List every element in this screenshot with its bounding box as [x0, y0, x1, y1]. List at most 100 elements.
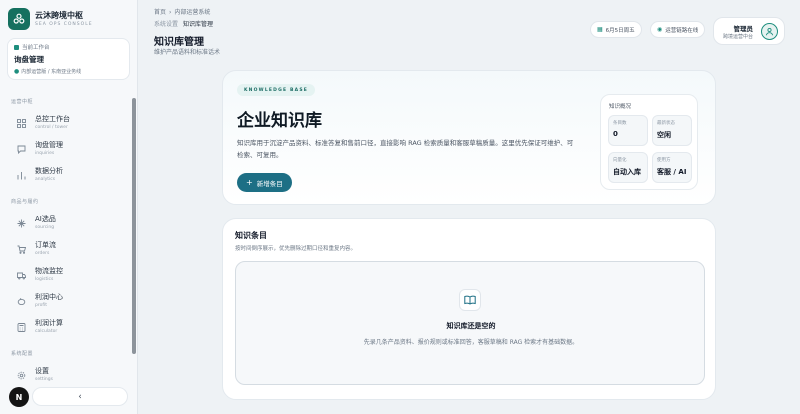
nav-group-title: 运营中枢 — [11, 99, 34, 105]
sidebar-item-sub: inquiries — [35, 151, 55, 156]
overview-cell-value: 客服 / AI — [657, 168, 687, 176]
overview-cell-label: 向量化 — [613, 158, 627, 163]
brand-subtitle: SEA OPS CONSOLE — [35, 21, 93, 27]
list-title: 知识条目 — [235, 231, 267, 240]
gear-icon — [16, 370, 26, 380]
avatar[interactable]: N — [9, 387, 29, 407]
list-subtitle: 按时间倒序展示，优先删除过期口径和重复内容。 — [235, 246, 357, 252]
brand[interactable]: 云沐跨境中枢 SEA OPS CONSOLE — [8, 8, 93, 30]
collapse-sidebar-button[interactable]: ‹ — [32, 387, 128, 406]
empty-state-description: 先录几条产品资料、报价规则或标准回答，客服草稿和 RAG 检索才有基础数据。 — [363, 339, 579, 346]
sidebar-item-analytics[interactable]: 数据分析 analytics — [0, 162, 138, 188]
knowledge-hero-card: KNOWLEDGE BASE 企业知识库 知识库用于沉淀产品资料、标准答复和售前… — [222, 70, 716, 205]
sidebar-item-inquiries[interactable]: 询盘管理 inquiries — [0, 136, 138, 162]
sidebar-item-label: 询盘管理 — [35, 141, 63, 149]
piggy-bank-icon — [16, 296, 26, 306]
breadcrumb-current: 内部运营系统 — [174, 9, 211, 16]
sidebar-item-label: 数据分析 — [35, 167, 63, 175]
sidebar-nav: 运营中枢 总控工作台 control / tower 询盘管理 inquirie… — [0, 98, 138, 388]
calendar-icon: ▦ — [597, 26, 603, 33]
sidebar-item-orders[interactable]: 订单流 orders — [0, 236, 138, 262]
user-role: 跨境运营中台 — [722, 34, 753, 40]
sub-breadcrumb: 系统设置 知识库管理 — [154, 19, 213, 28]
sidebar-item-label: AI选品 — [35, 215, 56, 223]
sidebar-item-label: 物流监控 — [35, 267, 63, 275]
nav-group-title: 系统配置 — [11, 351, 34, 357]
overview-cell-status: 最新状态 空闲 — [652, 115, 692, 146]
bar-chart-icon — [16, 170, 26, 180]
sidebar-item-label: 订单流 — [35, 241, 56, 249]
overview-title: 知识概况 — [609, 104, 632, 110]
knowledge-overview-card: 知识概况 条目数 0 最新状态 空闲 向量化 自动入库 使用方 客服 / AI — [600, 94, 698, 190]
overview-cell-label: 条目数 — [613, 121, 627, 126]
sidebar-item-sub: analytics — [35, 177, 56, 182]
sidebar-item-sub: orders — [35, 251, 50, 256]
calculator-icon — [16, 322, 26, 332]
breadcrumb: 首页 › 内部运营系统 — [154, 7, 210, 16]
sidebar-scrollbar[interactable] — [132, 98, 136, 354]
sidebar-item-label: 利润中心 — [35, 293, 63, 301]
knowledge-base-tag: KNOWLEDGE BASE — [237, 84, 316, 96]
workspace-card[interactable]: 当前工作台 询盘管理 ● 内部运营版 / 东南亚业务线 — [7, 38, 130, 80]
location-pin-icon: ● — [14, 68, 20, 75]
workspace-label: 当前工作台 — [22, 45, 50, 51]
sidebar-item-logistics[interactable]: 物流监控 logistics — [0, 262, 138, 288]
date-text: 6月5日周五 — [605, 27, 635, 34]
sidebar-item-profit[interactable]: 利润中心 profit — [0, 288, 138, 314]
empty-state-title: 知识库还是空的 — [446, 322, 496, 330]
overview-cell-count: 条目数 0 — [608, 115, 648, 146]
add-entry-button[interactable]: + 新增条目 — [237, 173, 292, 192]
sidebar: 云沐跨境中枢 SEA OPS CONSOLE 当前工作台 询盘管理 ● 内部运营… — [0, 0, 138, 414]
top-header: 首页 › 内部运营系统 系统设置 知识库管理 知识库管理 维护产品语料和标准话术 ▦ … — [138, 0, 800, 60]
overview-cell-value: 自动入库 — [613, 168, 641, 176]
status-pill[interactable]: ◉ 运营链路在线 — [650, 21, 706, 38]
status-online-icon: ◉ — [657, 26, 663, 33]
overview-cell-vectorize: 向量化 自动入库 — [608, 152, 648, 183]
workspace-icon — [14, 44, 19, 50]
sidebar-item-label: 利润计算 — [35, 319, 63, 327]
page-title: 知识库管理 — [154, 37, 204, 48]
user-card[interactable]: 管理员 跨境运营中台 — [713, 17, 785, 45]
overview-cell-value: 0 — [613, 130, 618, 138]
user-avatar-icon — [761, 23, 778, 40]
book-open-icon — [459, 289, 481, 311]
empty-state: 知识库还是空的 先录几条产品资料、报价规则或标准回答，客服草稿和 RAG 检索才… — [235, 261, 705, 385]
page-subtitle: 维护产品语料和标准话术 — [154, 49, 221, 56]
sidebar-item-sub: control / tower — [35, 125, 68, 130]
logo-icon — [8, 8, 30, 30]
sidebar-item-control-tower[interactable]: 总控工作台 control / tower — [0, 110, 138, 136]
chevron-left-icon: ‹ — [78, 391, 82, 402]
sidebar-item-sourcing[interactable]: AI选品 sourcing — [0, 210, 138, 236]
plus-icon: + — [246, 178, 253, 187]
sidebar-item-sub: sourcing — [35, 225, 55, 230]
sidebar-item-sub: logistics — [35, 277, 54, 282]
sidebar-item-label: 总控工作台 — [35, 115, 70, 123]
grid-icon — [16, 118, 26, 128]
hero-title: 企业知识库 — [237, 111, 322, 131]
date-pill[interactable]: ▦ 6月5日周五 — [590, 21, 642, 38]
subcrumb-parent[interactable]: 系统设置 — [154, 21, 178, 28]
sidebar-item-label: 设置 — [35, 367, 49, 375]
knowledge-list-card: 知识条目 按时间倒序展示，优先删除过期口径和重复内容。 知识库还是空的 先录几条… — [222, 218, 716, 400]
truck-icon — [16, 270, 26, 280]
user-name: 管理员 — [733, 25, 754, 33]
breadcrumb-home[interactable]: 首页 — [154, 9, 166, 16]
overview-cell-value: 空闲 — [657, 131, 671, 139]
breadcrumb-separator-icon: › — [169, 9, 172, 16]
status-text: 运营链路在线 — [665, 27, 699, 34]
add-entry-label: 新增条目 — [256, 179, 283, 188]
sidebar-item-sub: calculator — [35, 329, 58, 334]
chat-icon — [16, 144, 26, 154]
subcrumb-current: 知识库管理 — [183, 21, 214, 28]
sidebar-footer: N ‹ — [0, 382, 138, 414]
overview-cell-label: 使用方 — [657, 158, 671, 163]
sparkle-icon — [16, 218, 26, 228]
hero-description: 知识库用于沉淀产品资料、标准答复和售前口径，直接影响 RAG 检索质量和客服草稿… — [237, 139, 574, 159]
sidebar-item-calculator[interactable]: 利润计算 calculator — [0, 314, 138, 340]
sidebar-item-sub: profit — [35, 303, 47, 308]
cart-icon — [16, 244, 26, 254]
overview-cell-consumer: 使用方 客服 / AI — [652, 152, 692, 183]
workspace-title: 询盘管理 — [14, 55, 44, 64]
overview-cell-label: 最新状态 — [657, 121, 675, 126]
nav-group-title: 商品与履约 — [11, 199, 39, 205]
